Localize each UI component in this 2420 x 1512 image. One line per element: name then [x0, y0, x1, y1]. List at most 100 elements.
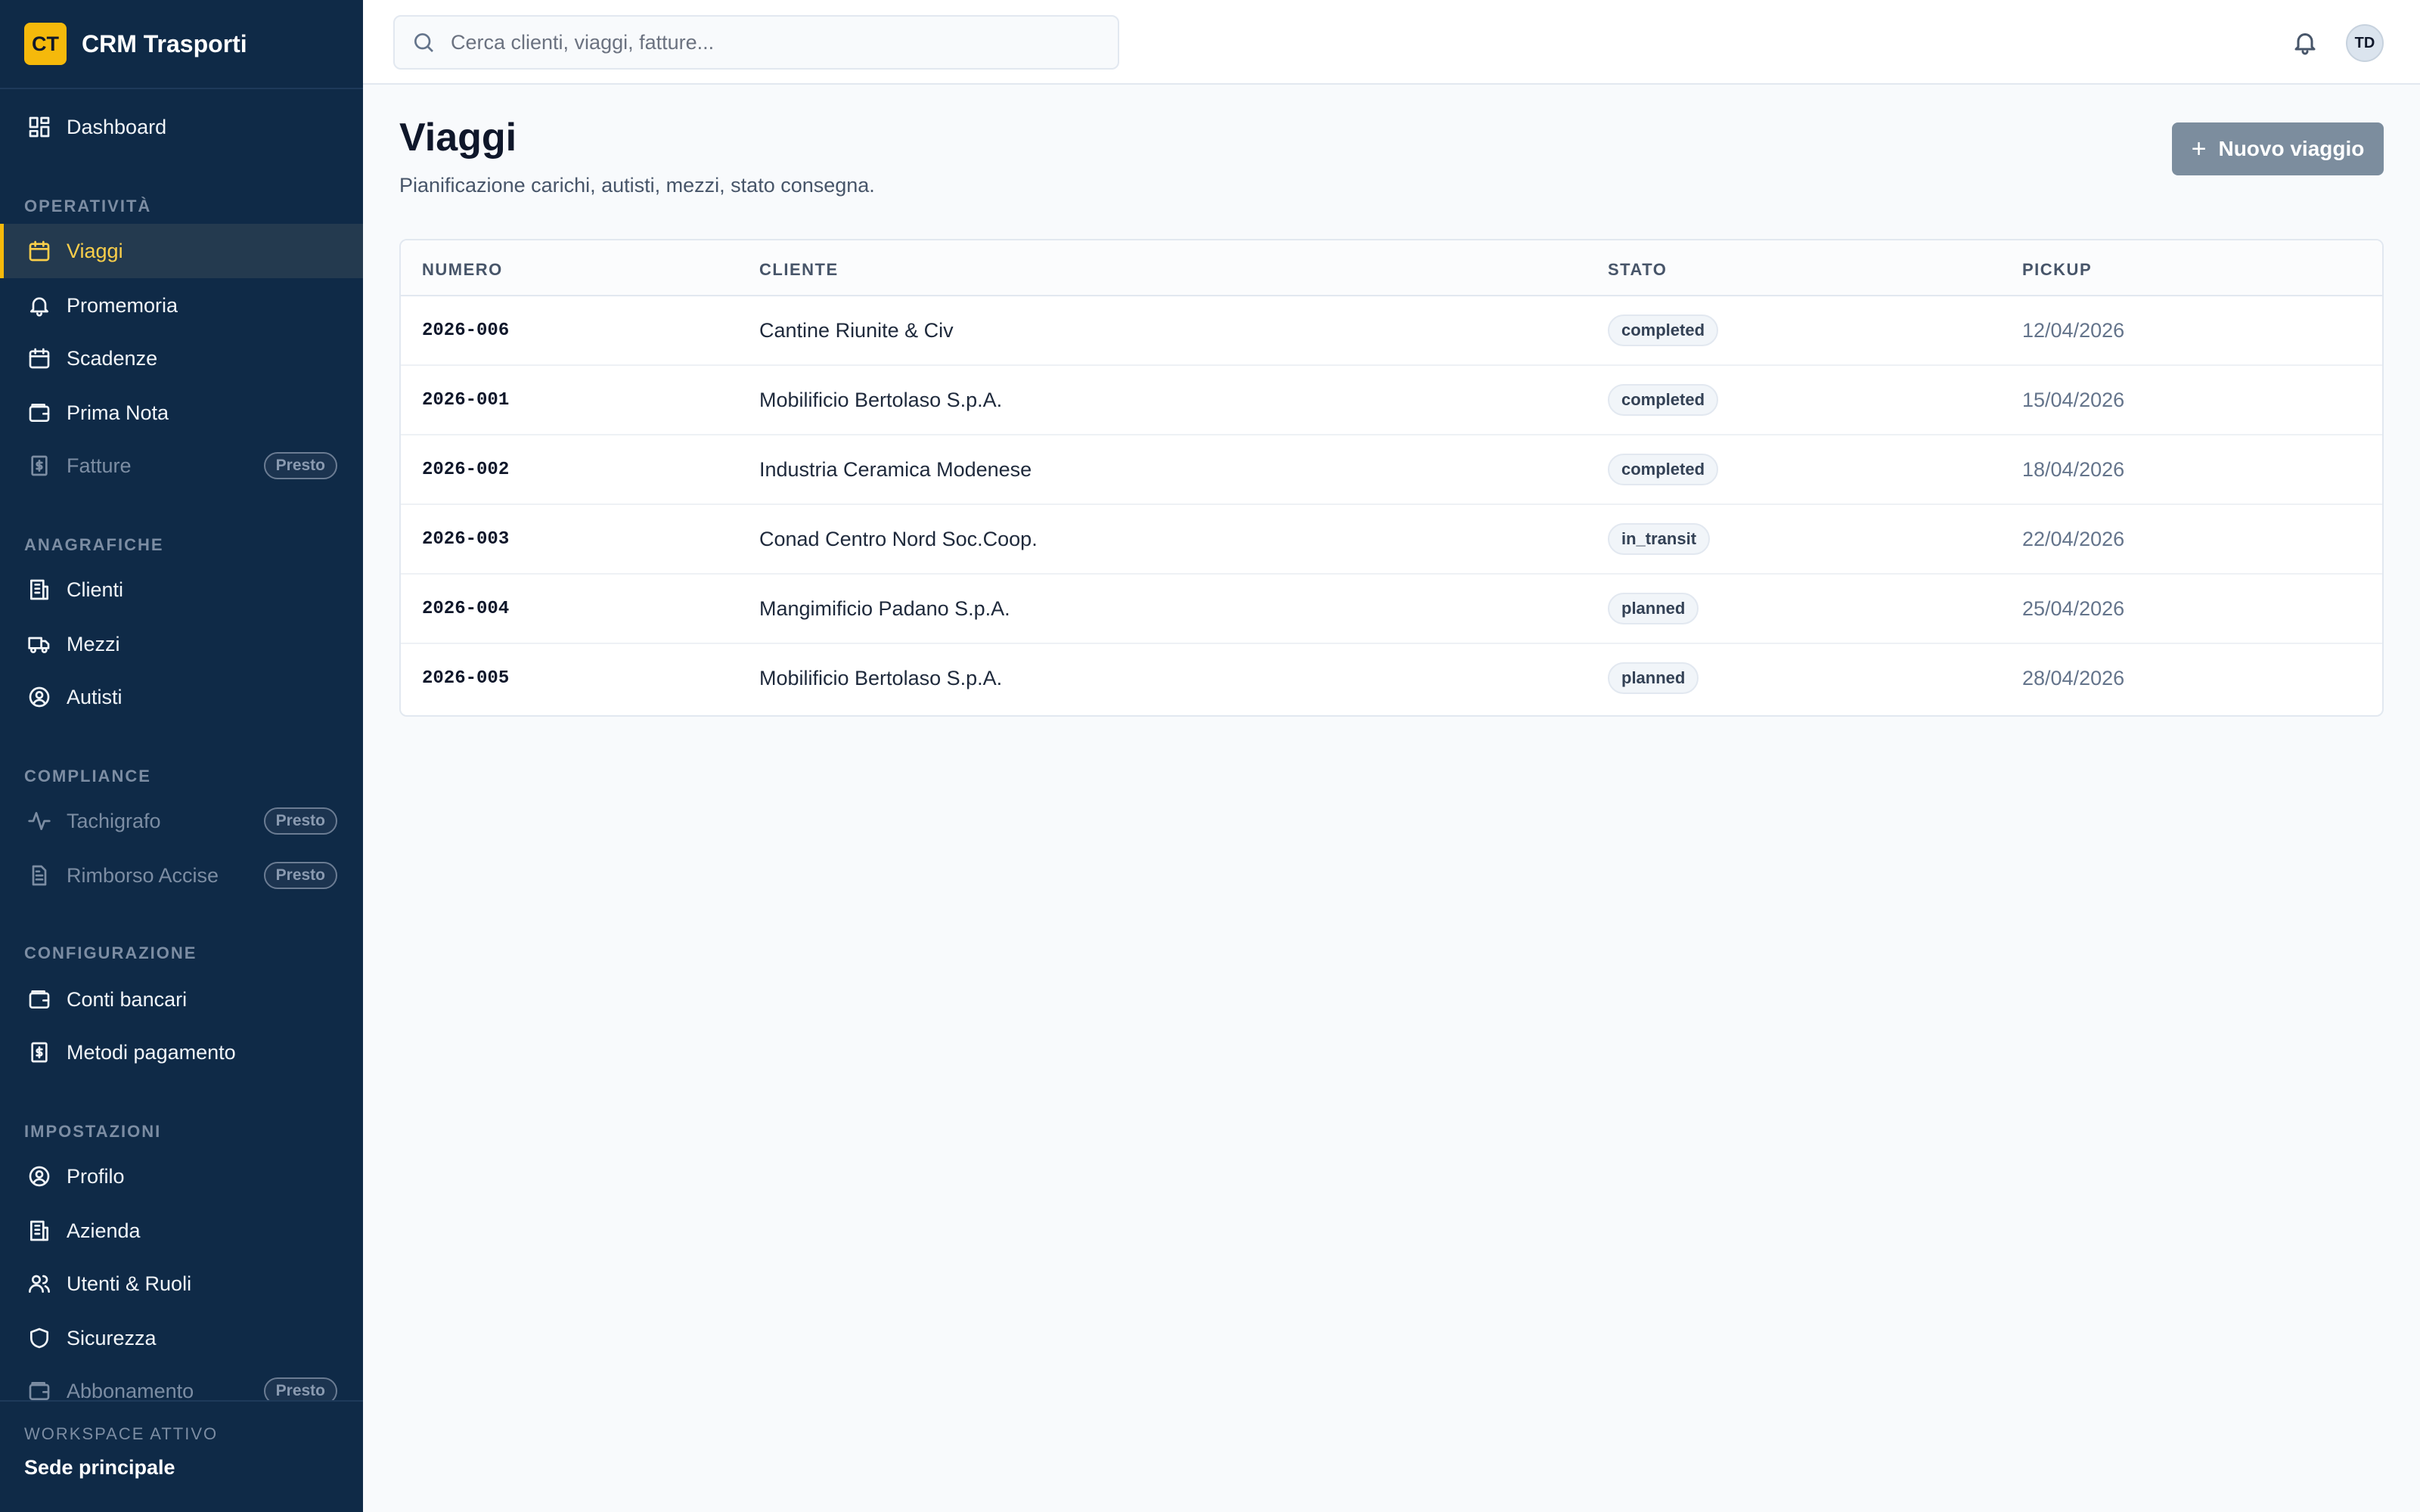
pickup-date: 22/04/2026	[2022, 528, 2125, 550]
table-row[interactable]: 2026-001 Mobilificio Bertolaso S.p.A. comp…	[401, 366, 2382, 435]
sidebar-item-autisti[interactable]: Autisti	[0, 670, 363, 724]
client-name: Cantine Riunite & Civ	[759, 319, 954, 342]
sidebar-item-label: Sicurezza	[67, 1326, 157, 1349]
wallet-icon	[27, 987, 51, 1012]
sidebar-item-label: Scadenze	[67, 346, 158, 370]
trip-number[interactable]: 2026-002	[422, 460, 509, 480]
sidebar-item-azienda[interactable]: Azienda	[0, 1204, 363, 1258]
sidebar-item-viaggi[interactable]: Viaggi	[0, 224, 363, 278]
brand[interactable]: CT CRM Trasporti	[0, 0, 363, 89]
table-row[interactable]: 2026-003 Conad Centro Nord Soc.Coop. in_tr…	[401, 505, 2382, 575]
plus-icon: +	[2191, 134, 2207, 163]
client-name: Industria Ceramica Modenese	[759, 458, 1032, 481]
pickup-date: 15/04/2026	[2022, 389, 2125, 411]
workspace-name: Sede principale	[24, 1456, 175, 1479]
sidebar-item-fatture[interactable]: Fatture Presto	[0, 438, 363, 493]
section-label-operativita: OPERATIVITÀ	[24, 197, 152, 215]
sidebar-item-tachigrafo[interactable]: Tachigrafo Presto	[0, 794, 363, 848]
trips-table: NUMERO CLIENTE STATO PICKUP 2026-006 Cant…	[399, 239, 2384, 717]
client-name: Conad Centro Nord Soc.Coop.	[759, 528, 1038, 550]
sidebar-item-label: Azienda	[67, 1219, 141, 1242]
sidebar-item-conti-bancari[interactable]: Conti bancari	[0, 972, 363, 1027]
sidebar-item-promemoria[interactable]: Promemoria	[0, 278, 363, 333]
sidebar-item-label: Utenti & Ruoli	[67, 1272, 192, 1295]
table-row[interactable]: 2026-002 Industria Ceramica Modenese compl…	[401, 435, 2382, 505]
status-badge: planned	[1608, 593, 1699, 624]
section-label-compliance: COMPLIANCE	[24, 767, 151, 785]
client-name: Mangimificio Padano S.p.A.	[759, 597, 1010, 620]
wallet-icon	[27, 401, 51, 425]
workspace-selector[interactable]: WORKSPACE ATTIVO Sede principale	[0, 1400, 363, 1512]
sidebar-item-label: Abbonamento	[67, 1379, 194, 1402]
page-subtitle: Pianificazione carichi, autisti, mezzi, …	[399, 174, 875, 197]
sidebar-item-label: Rimborso Accise	[67, 863, 219, 887]
sidebar-item-scadenze[interactable]: Scadenze	[0, 331, 363, 386]
section-label-configurazione: CONFIGURAZIONE	[24, 943, 197, 962]
pickup-date: 25/04/2026	[2022, 597, 2125, 620]
topbar: TD	[363, 0, 2420, 85]
trip-number[interactable]: 2026-004	[422, 599, 509, 619]
sidebar-item-rimborso-accise[interactable]: Rimborso Accise Presto	[0, 848, 363, 903]
coming-soon-badge: Presto	[263, 807, 337, 835]
user-circle-icon	[27, 1164, 51, 1188]
sidebar-item-profilo[interactable]: Profilo	[0, 1149, 363, 1204]
bell-icon	[27, 293, 51, 318]
workspace-label: WORKSPACE ATTIVO	[24, 1424, 219, 1443]
trip-number[interactable]: 2026-006	[422, 321, 509, 341]
calendar-icon	[27, 239, 51, 263]
search-icon	[414, 33, 433, 52]
sidebar-item-label: Fatture	[67, 454, 132, 477]
sidebar-item-label: Metodi pagamento	[67, 1040, 236, 1064]
sidebar: CT CRM Trasporti Dashboard OPERATIVITÀ V…	[0, 0, 363, 1512]
status-badge: completed	[1608, 384, 1719, 416]
status-badge: planned	[1608, 662, 1699, 694]
section-label-impostazioni: IMPOSTAZIONI	[24, 1122, 162, 1141]
pickup-date: 12/04/2026	[2022, 319, 2125, 342]
document-icon	[27, 863, 51, 888]
notifications-bell-icon[interactable]	[2291, 29, 2319, 56]
sidebar-item-label: Prima Nota	[67, 401, 169, 424]
status-badge: in_transit	[1608, 523, 1711, 555]
table-row[interactable]: 2026-006 Cantine Riunite & Civ completed 12…	[401, 296, 2382, 366]
user-circle-icon	[27, 685, 51, 709]
trip-number[interactable]: 2026-003	[422, 529, 509, 550]
sidebar-item-utenti-ruoli[interactable]: Utenti & Ruoli	[0, 1256, 363, 1311]
brand-name: CRM Trasporti	[82, 29, 247, 57]
client-name: Mobilificio Bertolaso S.p.A.	[759, 667, 1003, 689]
table-header: NUMERO CLIENTE STATO PICKUP	[401, 240, 2382, 296]
sidebar-item-dashboard[interactable]: Dashboard	[0, 100, 363, 154]
building-icon	[27, 1219, 51, 1243]
status-badge: completed	[1608, 314, 1719, 346]
brand-logo: CT	[24, 23, 67, 65]
sidebar-item-label: Autisti	[67, 685, 123, 708]
trip-number[interactable]: 2026-005	[422, 668, 509, 689]
trip-number[interactable]: 2026-001	[422, 390, 509, 411]
users-icon	[27, 1272, 51, 1296]
user-avatar[interactable]: TD	[2346, 24, 2384, 62]
sidebar-item-label: Conti bancari	[67, 987, 188, 1011]
sidebar-item-sicurezza[interactable]: Sicurezza	[0, 1311, 363, 1365]
sidebar-item-metodi-pagamento[interactable]: Metodi pagamento	[0, 1025, 363, 1080]
column-header-stato[interactable]: STATO	[1608, 260, 1667, 280]
dashboard-icon	[27, 115, 51, 139]
pickup-date: 18/04/2026	[2022, 458, 2125, 481]
column-header-numero[interactable]: NUMERO	[422, 260, 503, 280]
pickup-date: 28/04/2026	[2022, 667, 2125, 689]
invoice-icon	[27, 454, 51, 478]
table-row[interactable]: 2026-004 Mangimificio Padano S.p.A. planne…	[401, 575, 2382, 644]
sidebar-item-clienti[interactable]: Clienti	[0, 562, 363, 617]
search-box[interactable]	[393, 15, 1119, 70]
sidebar-item-label: Viaggi	[67, 239, 123, 262]
search-input[interactable]	[451, 30, 1101, 54]
section-label-anagrafiche: ANAGRAFICHE	[24, 535, 164, 554]
invoice-icon	[27, 1040, 51, 1064]
column-header-pickup[interactable]: PICKUP	[2022, 260, 2092, 280]
sidebar-item-label: Mezzi	[67, 632, 120, 655]
new-trip-button[interactable]: + Nuovo viaggio	[2172, 122, 2384, 175]
column-header-cliente[interactable]: CLIENTE	[759, 260, 839, 280]
truck-icon	[27, 632, 51, 656]
table-row[interactable]: 2026-005 Mobilificio Bertolaso S.p.A. plan…	[401, 644, 2382, 714]
sidebar-item-label: Dashboard	[67, 115, 167, 138]
sidebar-item-mezzi[interactable]: Mezzi	[0, 617, 363, 671]
sidebar-item-prima-nota[interactable]: Prima Nota	[0, 386, 363, 440]
